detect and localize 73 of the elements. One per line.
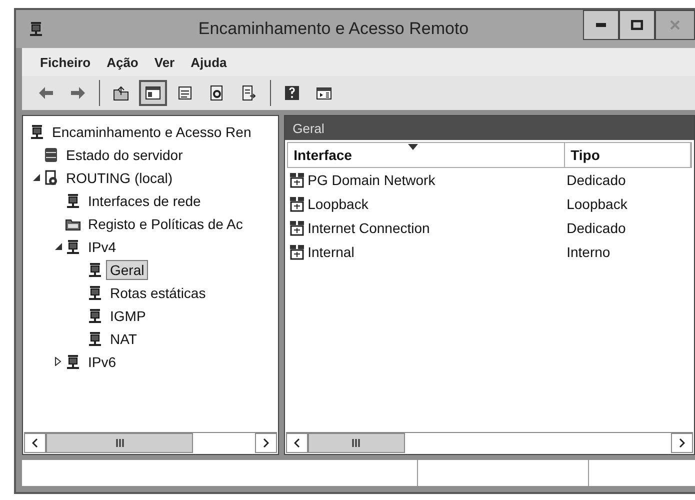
action-pane-icon bbox=[316, 85, 332, 101]
server-stand-icon bbox=[28, 21, 44, 37]
server-stand-icon bbox=[87, 330, 103, 346]
scrollbar-thumb[interactable] bbox=[308, 433, 405, 453]
table-cell: PG Domain Network bbox=[308, 172, 436, 188]
expanded-arrow-icon[interactable] bbox=[54, 243, 62, 250]
server-stand-icon bbox=[65, 354, 81, 370]
menu-item[interactable]: Ficheiro bbox=[40, 54, 91, 70]
tree-pane-icon bbox=[145, 85, 161, 101]
table-cell: Loopback bbox=[308, 196, 368, 212]
server-stand-icon bbox=[65, 238, 81, 254]
export-list-icon bbox=[241, 85, 257, 101]
tree-item[interactable]: IPv4 bbox=[84, 236, 120, 256]
chevron-right-icon bbox=[262, 438, 269, 448]
table-cell: Dedicado bbox=[566, 172, 626, 188]
pane-header: Geral bbox=[284, 116, 694, 140]
table-cell: Dedicado bbox=[566, 220, 626, 236]
properties-icon bbox=[177, 85, 193, 101]
tree-item[interactable]: Rotas estáticas bbox=[106, 282, 210, 302]
tree-item[interactable]: Geral bbox=[106, 260, 148, 280]
scroll-left-button[interactable] bbox=[286, 433, 308, 453]
network-card-icon bbox=[288, 196, 305, 212]
chevron-left-icon bbox=[32, 438, 38, 448]
table-cell: Interno bbox=[566, 244, 610, 260]
maximize-button[interactable] bbox=[619, 10, 655, 40]
expanded-arrow-icon[interactable] bbox=[32, 174, 40, 181]
minimize-button[interactable] bbox=[583, 10, 619, 40]
server-icon bbox=[43, 170, 59, 186]
menu-item[interactable]: Ver bbox=[154, 54, 175, 70]
network-card-icon bbox=[288, 220, 305, 236]
refresh-icon bbox=[209, 85, 225, 101]
database-icon bbox=[43, 146, 59, 162]
tree-item[interactable]: Registo e Políticas de Ac bbox=[84, 214, 247, 234]
tree-item[interactable]: Estado do servidor bbox=[62, 144, 187, 164]
network-card-icon bbox=[288, 244, 305, 260]
chevron-left-icon bbox=[294, 438, 300, 448]
server-stand-icon bbox=[87, 284, 103, 300]
server-stand-icon bbox=[87, 308, 103, 324]
server-stand-icon bbox=[87, 262, 103, 278]
scroll-right-button[interactable] bbox=[671, 433, 693, 453]
menu-item[interactable]: Ajuda bbox=[190, 54, 227, 70]
scroll-left-button[interactable] bbox=[24, 433, 46, 453]
forward-arrow-icon bbox=[68, 85, 88, 101]
network-card-icon bbox=[288, 172, 305, 188]
window-title: Encaminhamento e Acesso Remoto bbox=[197, 19, 470, 39]
sort-arrow-icon bbox=[408, 144, 418, 150]
close-icon bbox=[670, 20, 680, 30]
server-stand-icon bbox=[29, 124, 45, 140]
tree-item[interactable]: Encaminhamento e Acesso Ren bbox=[48, 122, 256, 142]
table-cell: Internal bbox=[308, 244, 354, 260]
table-cell: Loopback bbox=[566, 196, 628, 212]
server-stand-icon bbox=[65, 192, 81, 208]
chevron-right-icon bbox=[679, 438, 685, 448]
grip-icon bbox=[116, 439, 124, 447]
maximize-icon bbox=[631, 20, 643, 30]
scroll-right-button[interactable] bbox=[254, 433, 277, 453]
tree-item[interactable]: NAT bbox=[106, 328, 141, 348]
tree-item[interactable]: Interfaces de rede bbox=[84, 190, 205, 210]
minimize-icon bbox=[596, 23, 606, 27]
collapsed-arrow-icon[interactable] bbox=[55, 357, 61, 366]
tree-item[interactable]: IGMP bbox=[106, 306, 150, 326]
column-header[interactable]: Interface bbox=[288, 143, 565, 167]
tree-item[interactable]: ROUTING (local) bbox=[62, 168, 177, 188]
menu-item[interactable]: Ação bbox=[106, 54, 138, 70]
toolbar-button[interactable] bbox=[139, 80, 167, 106]
grip-icon bbox=[352, 439, 360, 447]
help-icon bbox=[284, 85, 300, 101]
folder-up-icon bbox=[113, 85, 129, 101]
column-header[interactable]: Tipo bbox=[564, 143, 691, 167]
table-cell: Internet Connection bbox=[308, 220, 430, 236]
tree-item[interactable]: IPv6 bbox=[84, 352, 120, 372]
scrollbar-thumb[interactable] bbox=[46, 433, 193, 453]
close-button[interactable] bbox=[655, 10, 695, 40]
